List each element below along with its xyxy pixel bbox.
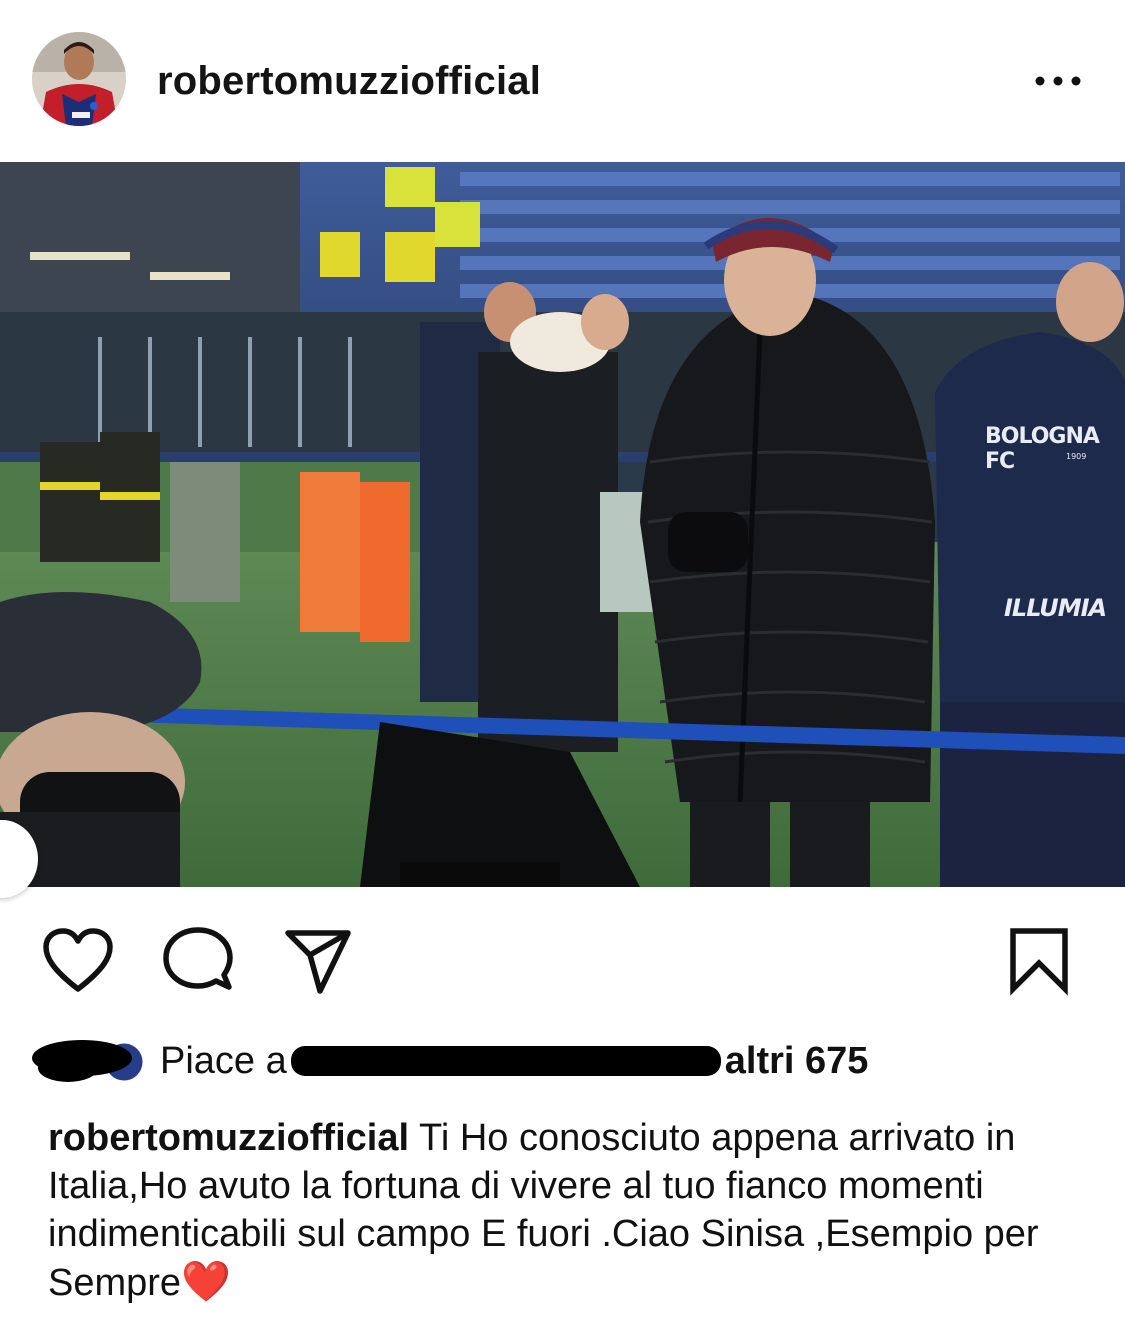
jacket-year-text: 1909: [1066, 452, 1087, 461]
red-heart-emoji: ❤️: [181, 1260, 231, 1304]
post-username[interactable]: robertomuzziofficial: [157, 56, 541, 106]
post-caption: robertomuzziofficial Ti Ho conosciuto app…: [48, 1114, 1088, 1307]
post-header: robertomuzziofficial: [0, 0, 1125, 162]
redacted-username: [290, 1045, 721, 1076]
likes-count[interactable]: altri 675: [725, 1040, 869, 1082]
comment-bubble-icon[interactable]: [162, 925, 234, 997]
likes-prefix: Piace a: [160, 1040, 287, 1082]
caption-username[interactable]: robertomuzziofficial: [48, 1117, 409, 1159]
heart-outline-icon[interactable]: [42, 925, 114, 997]
profile-avatar[interactable]: [32, 32, 126, 126]
likes-summary: Piace a altri 675: [0, 1030, 1125, 1094]
post-actions: [0, 887, 1125, 1027]
avatar-image: [32, 32, 126, 126]
jacket-brand-text: BOLOGNA FC: [985, 424, 1100, 474]
liker-avatars[interactable]: [28, 1034, 146, 1086]
more-options-icon[interactable]: [1030, 64, 1086, 98]
jacket-sponsor-text: ILLUMIA: [1004, 594, 1107, 622]
paper-plane-icon[interactable]: [282, 925, 354, 997]
likes-text[interactable]: Piace a altri 675: [160, 1038, 868, 1084]
stadium-photo: [0, 162, 1125, 887]
bookmark-icon[interactable]: [1003, 925, 1075, 997]
post-photo[interactable]: BOLOGNA FC 1909 ILLUMIA: [0, 162, 1125, 887]
